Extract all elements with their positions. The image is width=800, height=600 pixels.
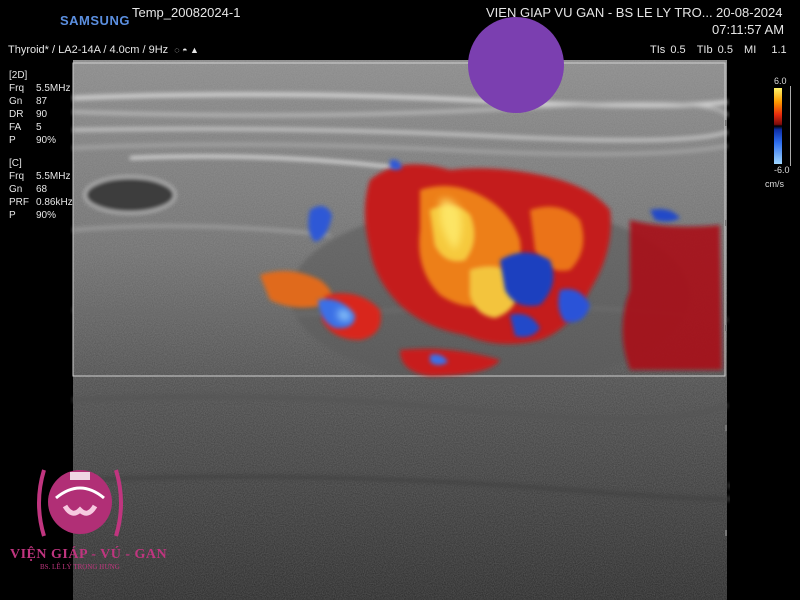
params-2d-header: [2D] <box>9 70 28 81</box>
param-row: Gn 87 <box>9 95 70 108</box>
param-row: P 90% <box>9 209 73 222</box>
param-value: 5.5MHz <box>36 83 71 94</box>
probe-settings: Thyroid* / LA2-14A / 4.0cm / 9Hz ◌ ◓ ▲ <box>8 44 199 56</box>
clinic-logo-title: VIỆN GIÁP - VÚ - GAN <box>10 547 168 562</box>
param-row: DR 90 <box>9 108 70 121</box>
param-key: PRF <box>9 197 29 208</box>
tis-value: 0.5 <box>670 44 686 56</box>
param-row: PRF 0.86kHz <box>9 196 73 209</box>
param-value: 5 <box>36 122 42 133</box>
clinic-logo <box>37 469 123 537</box>
param-row: P 90% <box>9 134 70 147</box>
param-value: 68 <box>36 184 48 195</box>
param-key: Gn <box>9 96 23 107</box>
param-value: 87 <box>36 96 48 107</box>
color-scale-max: 6.0 <box>774 76 787 86</box>
color-scale-ticks <box>786 86 791 166</box>
tib-label: TIb <box>696 44 713 56</box>
param-key: Frq <box>9 83 24 94</box>
probe-settings-text: Thyroid* / LA2-14A / 4.0cm / 9Hz <box>8 44 169 56</box>
param-value: 90% <box>36 135 57 146</box>
mi-value: 1.1 <box>771 44 787 56</box>
param-key: Gn <box>9 184 23 195</box>
params-color-header: [C] <box>9 158 22 169</box>
safety-indices: TIs 0.5 TIb 0.5 MI 1.1 <box>650 44 787 56</box>
color-scale-bar <box>774 88 782 164</box>
param-row: FA 5 <box>9 121 70 134</box>
exam-time: 07:11:57 AM <box>712 22 785 37</box>
tis-label: TIs <box>650 44 666 56</box>
params-color: [C] Frq 5.5MHz Gn 68 PRF 0.86kHz P 90% <box>9 157 73 222</box>
param-row: Frq 5.5MHz <box>9 170 73 183</box>
param-key: Frq <box>9 171 24 182</box>
mode-icons: ◌ ◓ ▲ <box>174 45 199 55</box>
param-value: 5.5MHz <box>36 171 71 182</box>
cursor-dot[interactable] <box>468 17 564 113</box>
exam-date: 20-08-2024 <box>716 5 783 20</box>
patient-id: Temp_20082024-1 <box>132 5 241 20</box>
color-scale-unit: cm/s <box>765 179 784 189</box>
param-value: 90 <box>36 109 48 120</box>
param-row: Gn 68 <box>9 183 73 196</box>
param-key: DR <box>9 109 24 120</box>
param-row: Frq 5.5MHz <box>9 82 70 95</box>
mi-label: MI <box>744 44 757 56</box>
brand-logo: SAMSUNG <box>60 13 130 28</box>
param-value: 90% <box>36 210 57 221</box>
ultrasound-image[interactable] <box>70 60 730 600</box>
tib-value: 0.5 <box>717 44 733 56</box>
param-key: P <box>9 135 16 146</box>
param-key: P <box>9 210 16 221</box>
params-2d: [2D] Frq 5.5MHz Gn 87 DR 90 FA 5 P 90% <box>9 69 70 147</box>
clinic-logo-subtitle: BS. LÊ LÝ TRỌNG HƯNG <box>40 563 120 571</box>
color-scale-min: -6.0 <box>774 165 790 175</box>
param-value: 0.86kHz <box>36 197 73 208</box>
param-key: FA <box>9 122 22 133</box>
